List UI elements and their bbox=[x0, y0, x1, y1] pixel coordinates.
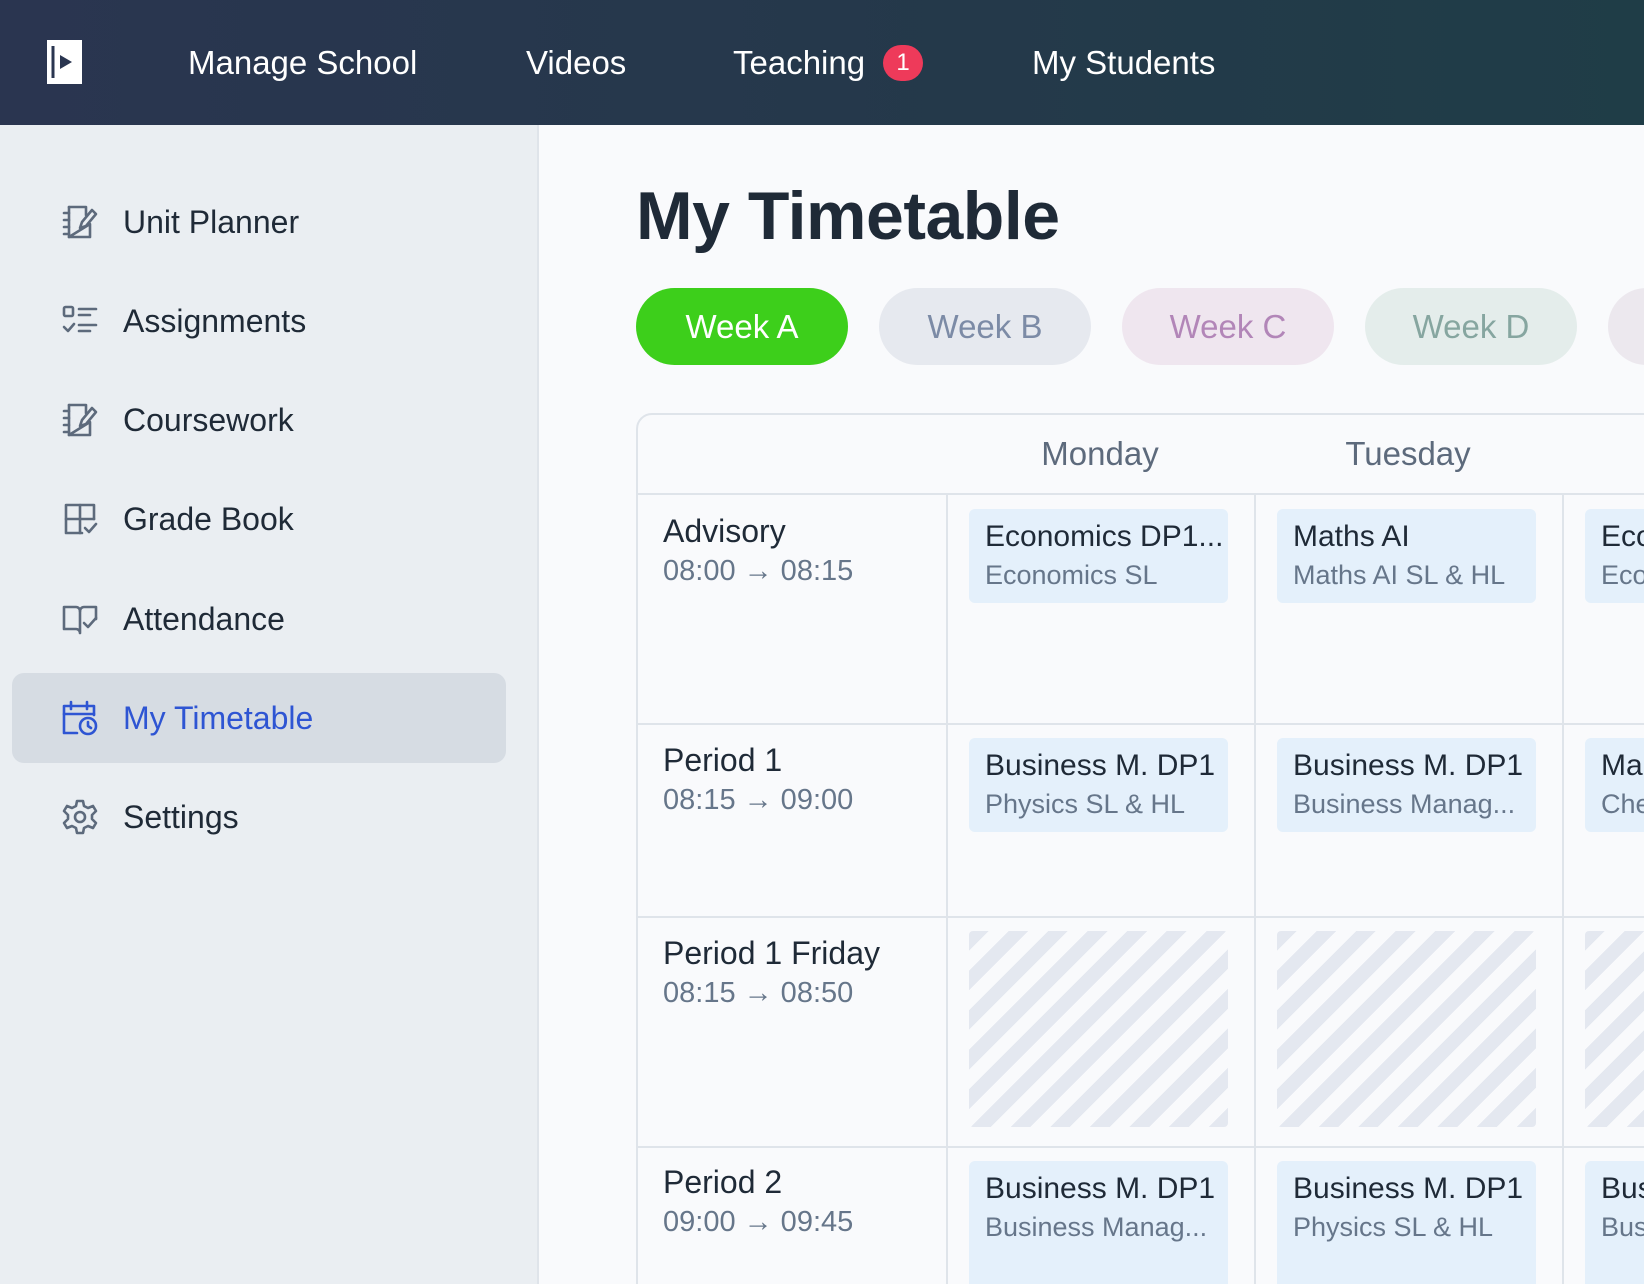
period-time: 09:00 → 09:45 bbox=[663, 1206, 854, 1238]
sidebar-item-label: Assignments bbox=[123, 302, 307, 339]
page-title: My Timetable bbox=[636, 178, 1060, 254]
sidebar: Unit Planner Assignments Coursework Grad… bbox=[0, 125, 539, 1284]
period-time: 08:00 → 08:15 bbox=[663, 555, 854, 587]
lesson-subject: Physics SL & HL bbox=[1293, 1212, 1494, 1242]
notification-badge: 1 bbox=[883, 44, 924, 81]
divider bbox=[1562, 493, 1564, 1284]
lesson-subject: Che bbox=[1601, 789, 1644, 819]
timetable-grid: Monday Tuesday W Advisory 08:00 → 08:15 … bbox=[636, 413, 1644, 1284]
week-label: Week A bbox=[685, 307, 799, 345]
day-header-wednesday: W bbox=[1562, 415, 1644, 493]
nav-teaching[interactable]: Teaching 1 bbox=[733, 0, 924, 125]
lesson-title: Business M. DP1 bbox=[1293, 1172, 1524, 1205]
lesson-title: Ma bbox=[1601, 749, 1643, 782]
lesson-title: Economics DP1... bbox=[985, 520, 1224, 553]
top-nav-bar: Manage School Videos Teaching 1 My Stude… bbox=[0, 0, 1644, 125]
divider bbox=[638, 1146, 1644, 1148]
sidebar-item-assignments[interactable]: Assignments bbox=[12, 276, 506, 366]
week-label: Week C bbox=[1169, 307, 1287, 345]
lesson-card[interactable]: Business M. DP1 Physics SL & HL bbox=[969, 738, 1228, 832]
week-label: Week B bbox=[927, 307, 1043, 345]
sidebar-item-label: Unit Planner bbox=[123, 203, 300, 240]
sidebar-item-label: Attendance bbox=[123, 600, 285, 637]
tab-week-a[interactable]: Week A bbox=[636, 288, 848, 365]
lesson-title: Business M. DP1 bbox=[985, 1172, 1216, 1205]
tab-week-d[interactable]: Week D bbox=[1365, 288, 1577, 365]
lesson-subject: Economics SL bbox=[985, 560, 1158, 590]
divider bbox=[638, 723, 1644, 725]
lesson-title: Eco bbox=[1601, 520, 1644, 553]
checklist-icon bbox=[60, 301, 100, 341]
nav-label: Videos bbox=[526, 43, 627, 81]
period-name: Period 1 Friday bbox=[663, 935, 880, 971]
lesson-title: Maths AI bbox=[1293, 520, 1410, 553]
lesson-subject: Bus bbox=[1601, 1212, 1644, 1242]
lesson-subject: Maths AI SL & HL bbox=[1293, 560, 1506, 590]
unavailable-slot bbox=[1585, 931, 1644, 1127]
lesson-card[interactable]: Business M. DP1 Business Manag... bbox=[969, 1161, 1228, 1284]
lesson-card[interactable]: Bus Bus bbox=[1585, 1161, 1644, 1284]
app-logo-icon[interactable] bbox=[44, 36, 86, 88]
sidebar-item-coursework[interactable]: Coursework bbox=[12, 375, 506, 465]
divider bbox=[638, 493, 1644, 495]
lesson-card[interactable]: Maths AI Maths AI SL & HL bbox=[1277, 509, 1536, 603]
sidebar-item-label: Settings bbox=[123, 798, 239, 835]
divider bbox=[1254, 493, 1256, 1284]
period-time: 08:15 → 08:50 bbox=[663, 977, 854, 1009]
notebook-edit-icon bbox=[60, 400, 100, 440]
day-header-monday: Monday bbox=[1041, 435, 1159, 472]
unavailable-slot bbox=[969, 931, 1228, 1127]
sidebar-item-label: Grade Book bbox=[123, 500, 294, 537]
lesson-subject: Business Manag... bbox=[1293, 789, 1516, 819]
notebook-edit-icon bbox=[60, 202, 100, 242]
sidebar-item-unit-planner[interactable]: Unit Planner bbox=[12, 177, 506, 267]
divider bbox=[946, 493, 948, 1284]
grid-check-icon bbox=[60, 499, 100, 539]
lesson-subject: Business Manag... bbox=[985, 1212, 1208, 1242]
nav-label: My Students bbox=[1032, 43, 1216, 81]
unavailable-slot bbox=[1277, 931, 1536, 1127]
main-content: My Timetable Week A Week B Week C Week D… bbox=[541, 125, 1644, 1284]
divider bbox=[638, 916, 1644, 918]
sidebar-item-my-timetable[interactable]: My Timetable bbox=[12, 673, 506, 763]
period-name: Period 1 bbox=[663, 742, 783, 778]
nav-label: Teaching bbox=[733, 43, 866, 81]
lesson-title: Business M. DP1 bbox=[985, 749, 1216, 782]
lesson-title: Bus bbox=[1601, 1172, 1644, 1205]
lesson-card[interactable]: Economics DP1... Economics SL bbox=[969, 509, 1228, 603]
tab-week-b[interactable]: Week B bbox=[879, 288, 1091, 365]
period-name: Advisory bbox=[663, 513, 786, 549]
lesson-card[interactable]: Ma Che bbox=[1585, 738, 1644, 832]
nav-label: Manage School bbox=[188, 43, 418, 81]
tab-week-c[interactable]: Week C bbox=[1122, 288, 1334, 365]
tab-week-next[interactable] bbox=[1608, 288, 1644, 365]
lesson-card[interactable]: Business M. DP1 Business Manag... bbox=[1277, 738, 1536, 832]
sidebar-item-label: My Timetable bbox=[123, 699, 314, 736]
gear-icon bbox=[60, 797, 100, 837]
week-label: Week D bbox=[1412, 307, 1530, 345]
sidebar-item-attendance[interactable]: Attendance bbox=[12, 574, 506, 664]
lesson-card[interactable]: Business M. DP1 Physics SL & HL bbox=[1277, 1161, 1536, 1284]
period-name: Period 2 bbox=[663, 1164, 783, 1200]
sidebar-item-label: Coursework bbox=[123, 401, 294, 438]
day-header-tuesday: Tuesday bbox=[1345, 435, 1471, 472]
nav-manage-school[interactable]: Manage School bbox=[188, 0, 417, 125]
nav-my-students[interactable]: My Students bbox=[1032, 0, 1215, 125]
period-time: 08:15 → 09:00 bbox=[663, 784, 854, 816]
nav-videos[interactable]: Videos bbox=[526, 0, 626, 125]
lesson-subject: Eco bbox=[1601, 560, 1644, 590]
sidebar-item-grade-book[interactable]: Grade Book bbox=[12, 474, 506, 564]
lesson-title: Business M. DP1 bbox=[1293, 749, 1524, 782]
book-check-icon bbox=[60, 599, 100, 639]
calendar-clock-icon bbox=[60, 698, 100, 738]
lesson-card[interactable]: Eco Eco bbox=[1585, 509, 1644, 603]
sidebar-item-settings[interactable]: Settings bbox=[12, 772, 506, 862]
lesson-subject: Physics SL & HL bbox=[985, 789, 1186, 819]
